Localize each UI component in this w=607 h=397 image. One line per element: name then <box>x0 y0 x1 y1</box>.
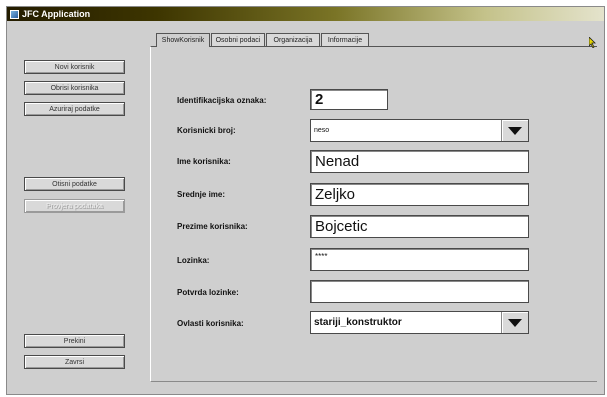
confirm-password-field[interactable] <box>310 280 529 303</box>
permissions-select[interactable]: stariji_konstruktor <box>310 311 529 334</box>
first-name-label: Ime korisnika: <box>177 157 231 166</box>
id-field[interactable]: 2 <box>310 89 388 110</box>
tab-informacije[interactable]: Informacije <box>321 33 369 46</box>
first-name-field[interactable]: Nenad <box>310 150 529 173</box>
title-bar[interactable]: JFC Application <box>7 7 604 21</box>
permissions-dropdown-arrow[interactable] <box>501 312 528 333</box>
chevron-down-icon <box>508 126 522 135</box>
user-number-value: neso <box>314 127 330 134</box>
cancel-button[interactable]: Prekini <box>24 334 125 348</box>
user-number-label: Korisnicki broj: <box>177 126 236 135</box>
delete-user-button[interactable]: Obrisi korisnika <box>24 81 125 95</box>
user-number-dropdown-arrow[interactable] <box>501 120 528 141</box>
mouse-cursor-icon <box>589 37 596 48</box>
permissions-value: stariji_konstruktor <box>314 317 402 328</box>
finish-button[interactable]: Zavrsi <box>24 355 125 369</box>
tab-showkorisnik[interactable]: ShowKorisnik <box>156 33 210 47</box>
last-name-field[interactable]: Bojcetic <box>310 215 529 238</box>
tab-organizacija[interactable]: Organizacija <box>266 33 320 46</box>
password-label: Lozinka: <box>177 256 210 265</box>
middle-name-field[interactable]: Zeljko <box>310 183 529 206</box>
print-data-button[interactable]: Otisni podatke <box>24 177 125 191</box>
password-field[interactable]: **** <box>310 248 529 271</box>
tab-osobni-podaci[interactable]: Osobni podaci <box>211 33 265 46</box>
window-title: JFC Application <box>22 9 91 19</box>
user-number-select[interactable]: neso <box>310 119 529 142</box>
app-icon <box>10 9 19 19</box>
verify-data-button[interactable]: Provjera podataka <box>24 199 125 213</box>
permissions-label: Ovlasti korisnika: <box>177 319 244 328</box>
middle-name-label: Srednje ime: <box>177 190 226 199</box>
update-data-button[interactable]: Azuriraj podatke <box>24 102 125 116</box>
last-name-label: Prezime korisnika: <box>177 222 248 231</box>
confirm-password-label: Potvrda lozinke: <box>177 288 239 297</box>
id-label: Identifikacijska oznaka: <box>177 96 267 105</box>
new-user-button[interactable]: Novi korisnik <box>24 60 125 74</box>
chevron-down-icon <box>508 318 522 327</box>
